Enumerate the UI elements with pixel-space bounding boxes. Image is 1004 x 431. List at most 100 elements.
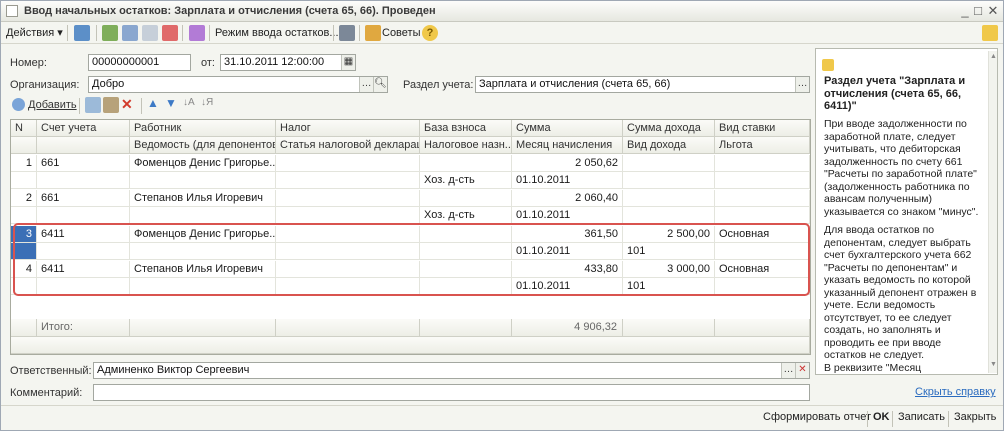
scrollbar[interactable]: ▲ ▼ [988,51,997,373]
sum-cell[interactable]: 2 060,40 [512,190,623,207]
add-button[interactable]: Добавить [28,99,77,111]
worker-cell[interactable]: Фоменцов Денис Григорье... [130,226,276,243]
rate-cell[interactable]: Основная [715,261,810,278]
column-header[interactable]: Льгота [715,137,810,154]
benefit-cell[interactable] [715,207,810,224]
declaration-cell[interactable] [276,207,420,224]
ok-button[interactable]: OK [873,411,890,423]
tax-cell[interactable] [276,190,420,207]
statement-cell[interactable] [130,243,276,260]
account-cell[interactable]: 661 [37,155,130,172]
delete-icon[interactable]: ✕ [121,96,137,112]
benefit-cell[interactable] [715,172,810,189]
sum-cell[interactable]: 2 050,62 [512,155,623,172]
sort-desc-icon[interactable]: ↓Я [201,97,217,113]
income-type-cell[interactable]: 101 [623,243,715,260]
scroll-down-icon[interactable]: ▼ [990,361,997,368]
base-cell[interactable] [420,155,512,172]
minimize-icon[interactable]: _ [958,4,972,18]
column-header[interactable]: Месяц начисления [512,137,623,154]
report-button[interactable]: Сформировать отчет [763,411,871,423]
month-cell[interactable]: 01.10.2011 [512,278,623,295]
purpose-cell[interactable] [420,278,512,295]
declaration-cell[interactable] [276,172,420,189]
comment-field[interactable] [93,384,810,401]
rate-cell[interactable] [715,190,810,207]
responsible-field[interactable]: Админенко Виктор Сергеевич … ✕ [93,362,810,379]
select-button[interactable]: … [359,77,373,92]
income-type-cell[interactable] [623,172,715,189]
maximize-icon[interactable]: □ [971,4,985,18]
income-type-cell[interactable] [623,207,715,224]
save-icon[interactable] [74,25,90,41]
copy-icon[interactable] [122,25,138,41]
sum-cell[interactable]: 433,80 [512,261,623,278]
column-header[interactable]: Ведомость (для депонентов) [130,137,276,154]
column-header[interactable]: Вид дохода [623,137,715,154]
base-cell[interactable] [420,226,512,243]
section-field[interactable]: Зарплата и отчисления (счета 65, 66) … [475,76,810,93]
column-header[interactable]: База взноса [420,120,512,137]
income-cell[interactable] [623,155,715,172]
worker-cell[interactable]: Фоменцов Денис Григорье... [130,155,276,172]
help-icon[interactable]: ? [422,25,438,41]
hide-help-link[interactable]: Скрыть справку [915,386,996,398]
tax-cell[interactable] [276,226,420,243]
month-cell[interactable]: 01.10.2011 [512,172,623,189]
clear-icon[interactable]: ✕ [795,363,809,378]
base-cell[interactable] [420,190,512,207]
income-cell[interactable] [623,190,715,207]
mode-button[interactable]: Режим ввода остатков... [215,25,339,41]
calendar-icon[interactable]: ▦ [341,55,355,70]
advice-button[interactable]: Советы [382,25,420,41]
statement-cell[interactable] [130,207,276,224]
column-header[interactable]: Сумма дохода [623,120,715,137]
purpose-cell[interactable]: Хоз. д-сть [420,172,512,189]
date-field[interactable]: 31.10.2011 12:00:00 ▦ [220,54,356,71]
rate-cell[interactable] [715,155,810,172]
purpose-cell[interactable]: Хоз. д-сть [420,207,512,224]
organization-field[interactable]: Добро … 🔍︎ [88,76,388,93]
column-header[interactable]: Счет учета [37,120,130,137]
actions-menu-button[interactable]: Действия ▾ [6,25,63,41]
column-header[interactable]: Налог [276,120,420,137]
table-icon[interactable] [339,25,355,41]
statement-cell[interactable] [130,278,276,295]
benefit-cell[interactable] [715,243,810,260]
help-toggle-icon[interactable] [982,25,998,41]
column-header[interactable]: Статья налоговой декларации [276,137,420,154]
worker-cell[interactable]: Степанов Илья Игоревич [130,261,276,278]
account-cell[interactable]: 6411 [37,226,130,243]
number-field[interactable]: 00000000001 [88,54,191,71]
income-type-cell[interactable]: 101 [623,278,715,295]
close-button[interactable]: Закрыть [954,411,996,423]
column-header[interactable]: Работник [130,120,276,137]
sort-asc-icon[interactable]: ↓A [183,97,199,113]
income-cell[interactable]: 2 500,00 [623,226,715,243]
benefit-cell[interactable] [715,278,810,295]
scroll-up-icon[interactable]: ▲ [990,53,997,60]
column-header[interactable]: Вид ставки [715,120,810,137]
move-down-icon[interactable]: ▼ [165,96,181,112]
rate-cell[interactable]: Основная [715,226,810,243]
account-cell[interactable]: 661 [37,190,130,207]
statement-cell[interactable] [130,172,276,189]
structure-icon[interactable] [142,25,158,41]
column-header[interactable]: N [11,120,37,137]
purpose-cell[interactable] [420,243,512,260]
movement-icon[interactable] [189,25,205,41]
declaration-cell[interactable] [276,278,420,295]
print-icon[interactable] [162,25,178,41]
select-button[interactable]: … [781,363,795,378]
edit-icon[interactable] [103,97,119,113]
close-icon[interactable]: ✕ [986,4,1000,18]
declaration-cell[interactable] [276,243,420,260]
move-up-icon[interactable]: ▲ [147,96,163,112]
sum-cell[interactable]: 361,50 [512,226,623,243]
worker-cell[interactable]: Степанов Илья Игоревич [130,190,276,207]
base-cell[interactable] [420,261,512,278]
month-cell[interactable]: 01.10.2011 [512,207,623,224]
tax-cell[interactable] [276,261,420,278]
column-header[interactable]: Сумма [512,120,623,137]
tax-cell[interactable] [276,155,420,172]
